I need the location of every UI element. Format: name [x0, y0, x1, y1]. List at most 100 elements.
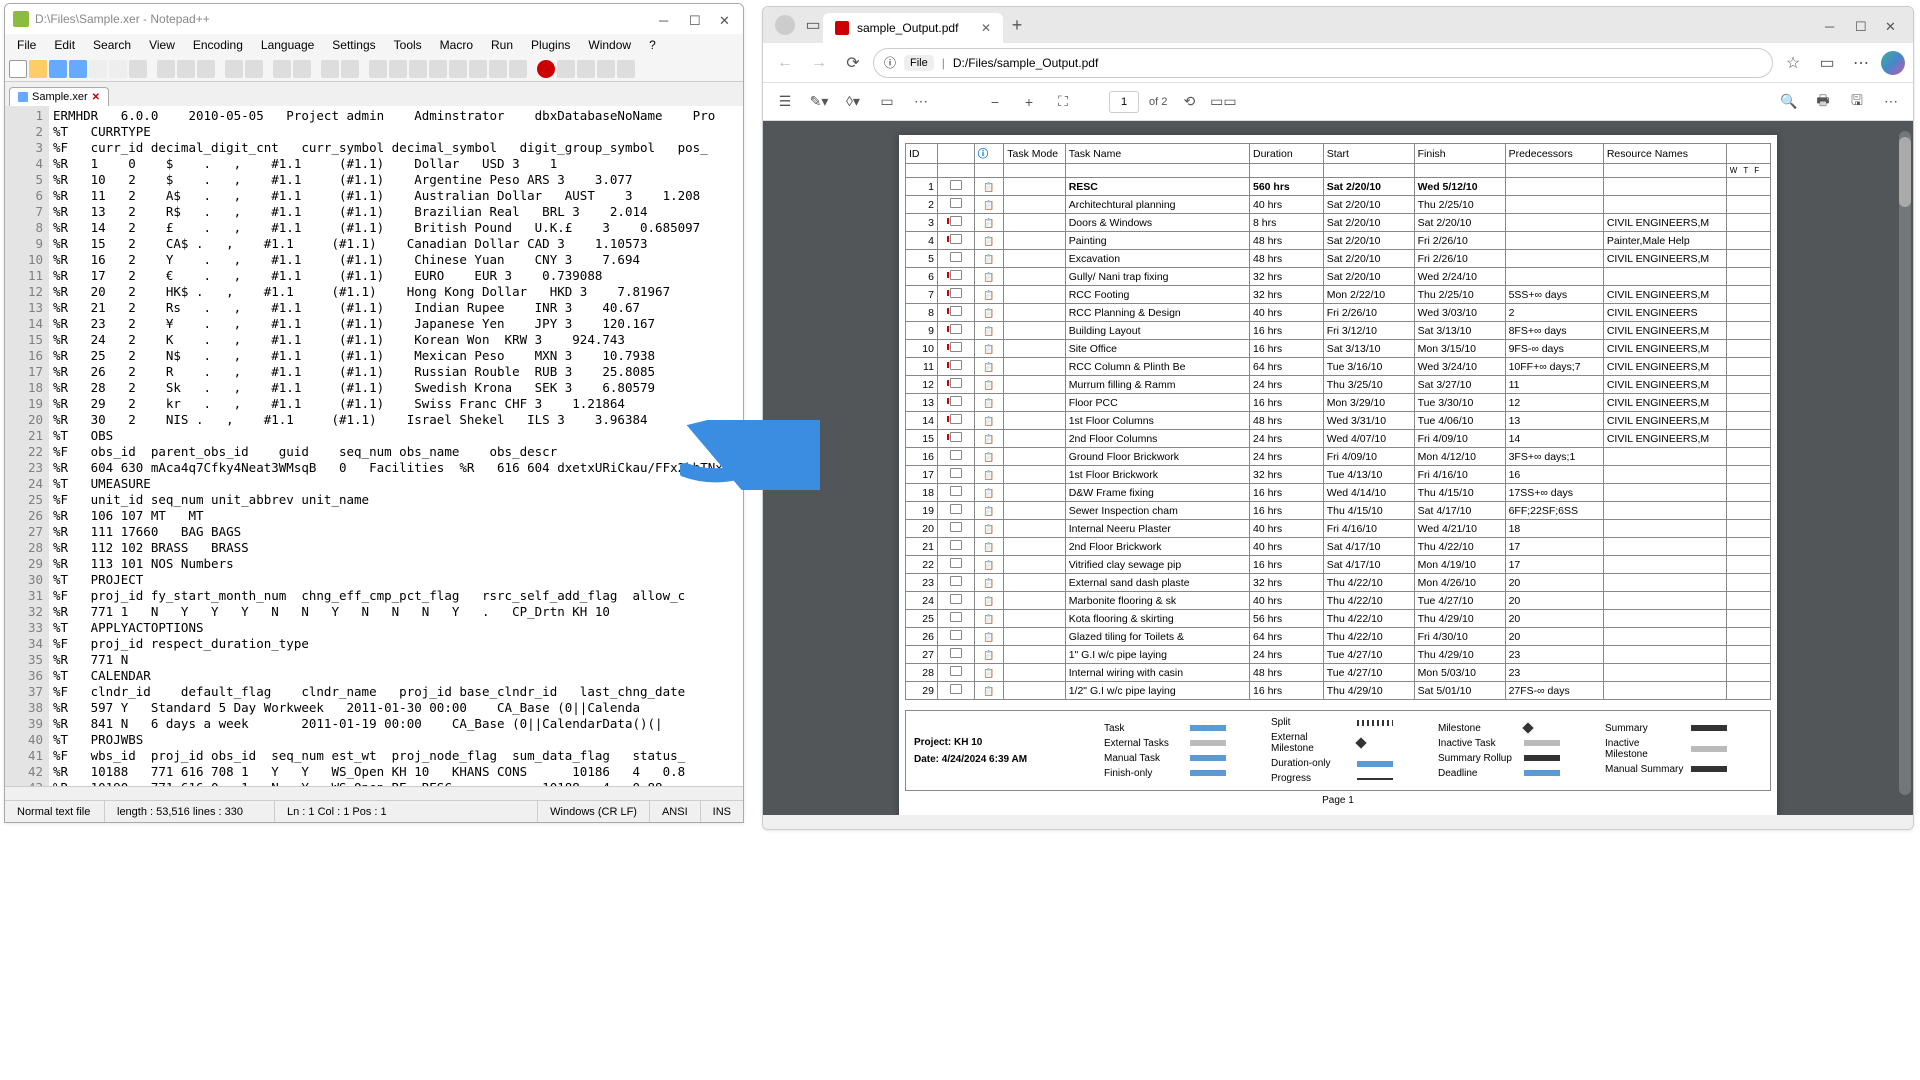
menu-settings[interactable]: Settings	[324, 36, 383, 54]
legend-label: Manual Summary	[1605, 764, 1685, 775]
redo-icon[interactable]	[245, 60, 263, 78]
col-task-mode: Task Mode	[1004, 144, 1065, 164]
folder-icon[interactable]	[489, 60, 507, 78]
new-file-icon[interactable]	[9, 60, 27, 78]
back-button[interactable]: ←	[771, 49, 799, 77]
run-macro-icon[interactable]	[597, 60, 615, 78]
npp-editor[interactable]: 1234567891011121314151617181920212223242…	[5, 106, 743, 786]
replace-icon[interactable]	[293, 60, 311, 78]
page-view-icon[interactable]: ▭▭	[1211, 90, 1235, 114]
indent-guide-icon[interactable]	[409, 60, 427, 78]
minimize-button[interactable]: ─	[1825, 19, 1837, 31]
fit-page-icon[interactable]: ⛶	[1051, 90, 1075, 114]
undo-icon[interactable]	[225, 60, 243, 78]
status-eol: Windows (CR LF)	[538, 801, 650, 822]
legend-date: Date: 4/24/2024 6:39 AM	[914, 754, 1094, 765]
save-all-icon[interactable]	[69, 60, 87, 78]
profile-icon[interactable]	[775, 15, 795, 35]
menu-button[interactable]: ⋯	[1847, 49, 1875, 77]
wordwrap-icon[interactable]	[369, 60, 387, 78]
status-filetype: Normal text file	[5, 801, 105, 822]
save-macro-icon[interactable]	[617, 60, 635, 78]
legend-label: Deadline	[1438, 768, 1518, 779]
copy-icon[interactable]	[177, 60, 195, 78]
copilot-button[interactable]	[1881, 51, 1905, 75]
address-bar[interactable]: ⓘ File | D:/Files/sample_Output.pdf	[873, 48, 1773, 78]
menu-plugins[interactable]: Plugins	[523, 36, 578, 54]
favorite-button[interactable]: ☆	[1779, 49, 1807, 77]
maximize-button[interactable]: ☐	[689, 13, 701, 25]
zoom-out-icon[interactable]: −	[983, 90, 1007, 114]
menu-run[interactable]: Run	[483, 36, 521, 54]
find-icon[interactable]	[273, 60, 291, 78]
close-button[interactable]: ✕	[1885, 19, 1897, 31]
table-row: 9📋Building Layout16 hrsFri 3/12/10Sat 3/…	[906, 322, 1771, 340]
menu-window[interactable]: Window	[580, 36, 639, 54]
menu-?[interactable]: ?	[641, 36, 664, 54]
code-area[interactable]: ERMHDR 6.0.0 2010-05-05 Project admin Ad…	[49, 106, 743, 786]
doc-map-icon[interactable]	[449, 60, 467, 78]
forward-button[interactable]: →	[805, 49, 833, 77]
menu-tools[interactable]: Tools	[386, 36, 430, 54]
minimize-button[interactable]: ─	[659, 13, 671, 25]
search-icon[interactable]: 🔍	[1777, 90, 1801, 114]
record-macro-icon[interactable]	[537, 60, 555, 78]
zoom-in-icon[interactable]: +	[1017, 90, 1041, 114]
file-tab[interactable]: Sample.xer ✕	[9, 87, 109, 106]
collections-button[interactable]: ▭	[1813, 49, 1841, 77]
table-row: 19📋Sewer Inspection cham16 hrsThu 4/15/1…	[906, 502, 1771, 520]
lang-icon[interactable]	[429, 60, 447, 78]
pdf-vertical-scrollbar[interactable]	[1899, 131, 1911, 795]
menu-macro[interactable]: Macro	[432, 36, 481, 54]
pdf-horizontal-scrollbar[interactable]	[763, 815, 1913, 829]
zoom-in-icon[interactable]	[321, 60, 339, 78]
page-number: Page 1	[905, 791, 1771, 810]
page-input[interactable]	[1109, 91, 1139, 113]
print-icon[interactable]	[129, 60, 147, 78]
menu-encoding[interactable]: Encoding	[185, 36, 251, 54]
table-row: 25📋Kota flooring & skirting56 hrsThu 4/2…	[906, 610, 1771, 628]
rotate-icon[interactable]: ⟲	[1177, 90, 1201, 114]
draw-icon[interactable]: ✎▾	[807, 90, 831, 114]
menu-edit[interactable]: Edit	[46, 36, 83, 54]
contents-icon[interactable]: ☰	[773, 90, 797, 114]
open-file-icon[interactable]	[29, 60, 47, 78]
edge-browser-window: ▭ sample_Output.pdf ✕ + ─ ☐ ✕ ← → ⟳ ⓘ Fi…	[762, 6, 1914, 830]
table-row: 22📋Vitrified clay sewage pip16 hrsSat 4/…	[906, 556, 1771, 574]
func-list-icon[interactable]	[469, 60, 487, 78]
monitor-icon[interactable]	[509, 60, 527, 78]
paste-icon[interactable]	[197, 60, 215, 78]
refresh-button[interactable]: ⟳	[839, 49, 867, 77]
notepadpp-window: D:\Files\Sample.xer - Notepad++ ─ ☐ ✕ Fi…	[4, 3, 744, 823]
menu-view[interactable]: View	[141, 36, 183, 54]
highlight-icon[interactable]: ◊▾	[841, 90, 865, 114]
address-bar-row: ← → ⟳ ⓘ File | D:/Files/sample_Output.pd…	[763, 43, 1913, 83]
maximize-button[interactable]: ☐	[1855, 19, 1867, 31]
zoom-out-icon[interactable]	[341, 60, 359, 78]
erase-icon[interactable]: ▭	[875, 90, 899, 114]
show-chars-icon[interactable]	[389, 60, 407, 78]
new-tab-button[interactable]: +	[1003, 11, 1031, 39]
close-all-icon[interactable]	[109, 60, 127, 78]
menu-search[interactable]: Search	[85, 36, 139, 54]
print-icon[interactable]: 🖶	[1811, 90, 1835, 114]
close-tab-icon[interactable]: ✕	[981, 21, 991, 35]
pdf-viewport[interactable]: IDⓘTask ModeTask NameDurationStartFinish…	[763, 121, 1913, 815]
browser-tab[interactable]: sample_Output.pdf ✕	[823, 13, 1003, 43]
cut-icon[interactable]	[157, 60, 175, 78]
menu-language[interactable]: Language	[253, 36, 322, 54]
menu-file[interactable]: File	[9, 36, 44, 54]
more-tools-icon[interactable]: ⋯	[909, 90, 933, 114]
pdf-page-1: IDⓘTask ModeTask NameDurationStartFinish…	[899, 135, 1777, 815]
stop-macro-icon[interactable]	[557, 60, 575, 78]
close-button[interactable]: ✕	[719, 13, 731, 25]
close-tab-icon[interactable]: ✕	[92, 92, 100, 103]
close-file-icon[interactable]	[89, 60, 107, 78]
play-macro-icon[interactable]	[577, 60, 595, 78]
save-icon[interactable]	[49, 60, 67, 78]
settings-icon[interactable]: ⋯	[1879, 90, 1903, 114]
npp-horizontal-scrollbar[interactable]	[5, 786, 743, 800]
save-icon[interactable]: 🖫	[1845, 90, 1869, 114]
legend-swatch	[1190, 740, 1226, 746]
tab-actions-icon[interactable]: ▭	[803, 15, 823, 35]
